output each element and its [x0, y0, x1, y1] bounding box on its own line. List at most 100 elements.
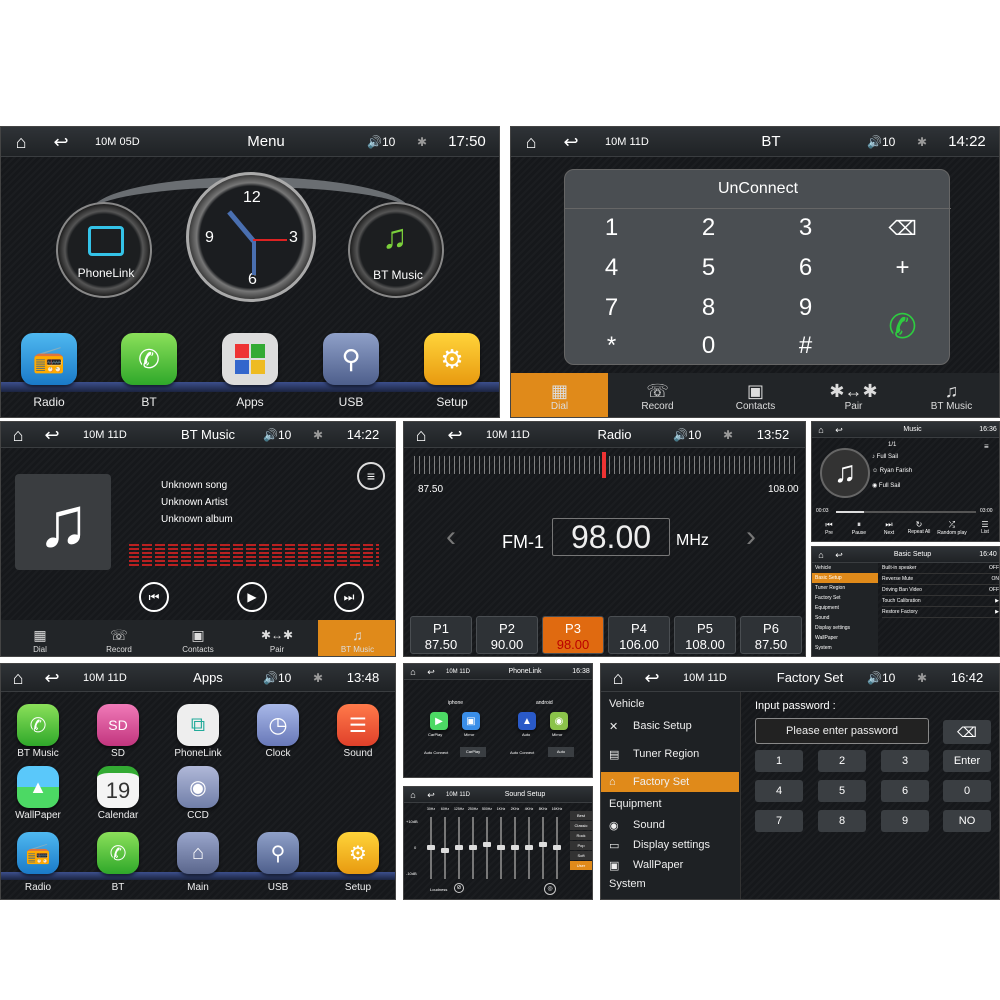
key-8[interactable]: 8: [818, 810, 866, 832]
volume-indicator[interactable]: 🔊10: [367, 135, 409, 149]
seek-prev-icon[interactable]: ‹: [446, 520, 456, 554]
key-3[interactable]: 3: [881, 750, 929, 772]
eq-preset[interactable]: User: [570, 861, 592, 870]
menu-factory-set[interactable]: ⌂ Factory Set: [601, 772, 739, 792]
volume-indicator[interactable]: 🔊10: [673, 428, 715, 442]
usb-app-icon[interactable]: ⚲: [257, 832, 299, 874]
volume-indicator[interactable]: 🔊10: [867, 135, 909, 149]
sd-card-icon[interactable]: SD: [97, 704, 139, 746]
analog-clock[interactable]: 12 3 6 9: [186, 172, 316, 302]
tab-pair[interactable]: ✱↔✱ Pair: [805, 373, 902, 417]
next-button[interactable]: ⏭ Next: [874, 520, 904, 536]
auto-connect-select-android[interactable]: Auto: [548, 747, 574, 757]
eq-slider-knob[interactable]: [455, 845, 463, 850]
key-2[interactable]: 2: [818, 750, 866, 772]
next-track-button[interactable]: ⏭: [334, 582, 364, 612]
eq-preset[interactable]: Rock: [570, 831, 592, 840]
preset-p5[interactable]: P5 108.00: [674, 616, 736, 654]
repeat-button[interactable]: ↻ Repeat All: [904, 520, 934, 535]
dial-key-9[interactable]: 9: [758, 289, 853, 327]
eq-slider-knob[interactable]: [469, 845, 477, 850]
sound-field-icon[interactable]: ◎: [544, 883, 556, 895]
home-icon[interactable]: ⌂: [1, 422, 35, 450]
mirror-ios-icon[interactable]: ▣: [462, 712, 480, 730]
btmusic-gauge[interactable]: ♫ BT Music: [348, 202, 444, 298]
auto-connect-select-ios[interactable]: CarPlay: [460, 747, 486, 757]
sound-app-icon[interactable]: ☰: [337, 704, 379, 746]
btmusic-app-icon[interactable]: ✆: [17, 704, 59, 746]
tab-dial[interactable]: ▦ Dial: [511, 373, 608, 417]
preset-p1[interactable]: P1 87.50: [410, 616, 472, 654]
home-icon[interactable]: ⌂: [511, 127, 551, 157]
volume-indicator[interactable]: 🔊10: [263, 671, 305, 685]
key-6[interactable]: 6: [881, 780, 929, 802]
tab-contacts[interactable]: ▣ Contacts: [159, 620, 237, 656]
eq-slider-knob[interactable]: [441, 848, 449, 854]
eq-slider-knob[interactable]: [497, 845, 505, 850]
radio-app-icon[interactable]: 📻: [21, 333, 77, 385]
dial-key-8[interactable]: 8: [661, 289, 756, 327]
tab-btmusic[interactable]: ♫ BT Music: [318, 620, 395, 656]
password-input[interactable]: Please enter password: [755, 718, 929, 744]
call-icon[interactable]: ✆: [855, 289, 950, 365]
pre-button[interactable]: ⏮ Pre: [814, 520, 844, 536]
dial-key-hash[interactable]: #: [758, 327, 853, 365]
tab-pair[interactable]: ✱↔✱ Pair: [238, 620, 316, 656]
dial-key-star[interactable]: *: [564, 327, 659, 365]
eq-preset[interactable]: Best: [570, 811, 592, 820]
preset-p4[interactable]: P4 106.00: [608, 616, 670, 654]
menu-display-settings[interactable]: ▭ Display settings: [609, 836, 739, 854]
dial-key-3[interactable]: 3: [758, 209, 853, 247]
back-icon[interactable]: ↩: [635, 664, 669, 693]
dial-key-5[interactable]: 5: [661, 249, 756, 287]
menu-tuner-region[interactable]: ▤ Tuner Region: [609, 744, 739, 764]
list-button[interactable]: ☰ List: [970, 520, 999, 535]
phone-app-icon[interactable]: ✆: [97, 832, 139, 874]
android-auto-icon[interactable]: ▲: [518, 712, 536, 730]
back-icon[interactable]: ↩: [35, 422, 69, 450]
preset-p6[interactable]: P6 87.50: [740, 616, 802, 654]
key-7[interactable]: 7: [755, 810, 803, 832]
dial-key-1[interactable]: 1: [564, 209, 659, 247]
eq-preset[interactable]: Soft: [570, 851, 592, 860]
preset-p2[interactable]: P2 90.00: [476, 616, 538, 654]
calendar-app-icon[interactable]: 19: [97, 766, 139, 808]
eq-preset[interactable]: Pop: [570, 841, 592, 850]
setup-gear-icon[interactable]: ⚙: [424, 333, 480, 385]
volume-indicator[interactable]: 🔊10: [263, 428, 305, 442]
setting-row[interactable]: Reverse Mute ON: [882, 574, 999, 585]
setting-row[interactable]: Touch Calibration ▶: [882, 596, 999, 607]
home-icon[interactable]: ⌂: [404, 664, 422, 680]
key-5[interactable]: 5: [818, 780, 866, 802]
pause-button[interactable]: ⏸ Pause: [844, 520, 874, 536]
home-icon[interactable]: ⌂: [601, 664, 635, 693]
home-icon[interactable]: ⌂: [1, 127, 41, 157]
eq-slider-track[interactable]: [542, 817, 544, 879]
tab-btmusic[interactable]: ♫ BT Music: [903, 373, 999, 417]
usb-app-icon[interactable]: ⚲: [323, 333, 379, 385]
dial-key-7[interactable]: 7: [564, 289, 659, 327]
dial-key-plus[interactable]: +: [855, 249, 950, 287]
tab-contacts[interactable]: ▣ Contacts: [707, 373, 804, 417]
back-icon[interactable]: ↩: [830, 422, 848, 438]
volume-indicator[interactable]: 🔊10: [867, 671, 909, 685]
radio-app-icon[interactable]: 📻: [17, 832, 59, 874]
eq-slider-knob[interactable]: [539, 841, 547, 847]
key-4[interactable]: 4: [755, 780, 803, 802]
eq-slider-track[interactable]: [486, 817, 488, 879]
tuning-needle[interactable]: [602, 452, 606, 478]
phonelink-app-icon[interactable]: ⧉: [177, 704, 219, 746]
mirror-android-icon[interactable]: ◉: [550, 712, 568, 730]
clock-app-icon[interactable]: ◷: [257, 704, 299, 746]
home-icon[interactable]: ⌂: [404, 787, 422, 803]
eq-slider-knob[interactable]: [427, 845, 435, 850]
carplay-icon[interactable]: ▶: [430, 712, 448, 730]
tab-record[interactable]: ☏ Record: [80, 620, 158, 656]
menu-wallpaper[interactable]: WallPaper: [812, 633, 878, 643]
home-icon[interactable]: ⌂: [404, 422, 438, 450]
backspace-key[interactable]: ⌫: [943, 720, 991, 744]
wallpaper-app-icon[interactable]: ▲: [17, 766, 59, 808]
prev-track-button[interactable]: ⏮: [139, 582, 169, 612]
home-icon[interactable]: ⌂: [812, 422, 830, 438]
apps-grid-icon[interactable]: [222, 333, 278, 385]
